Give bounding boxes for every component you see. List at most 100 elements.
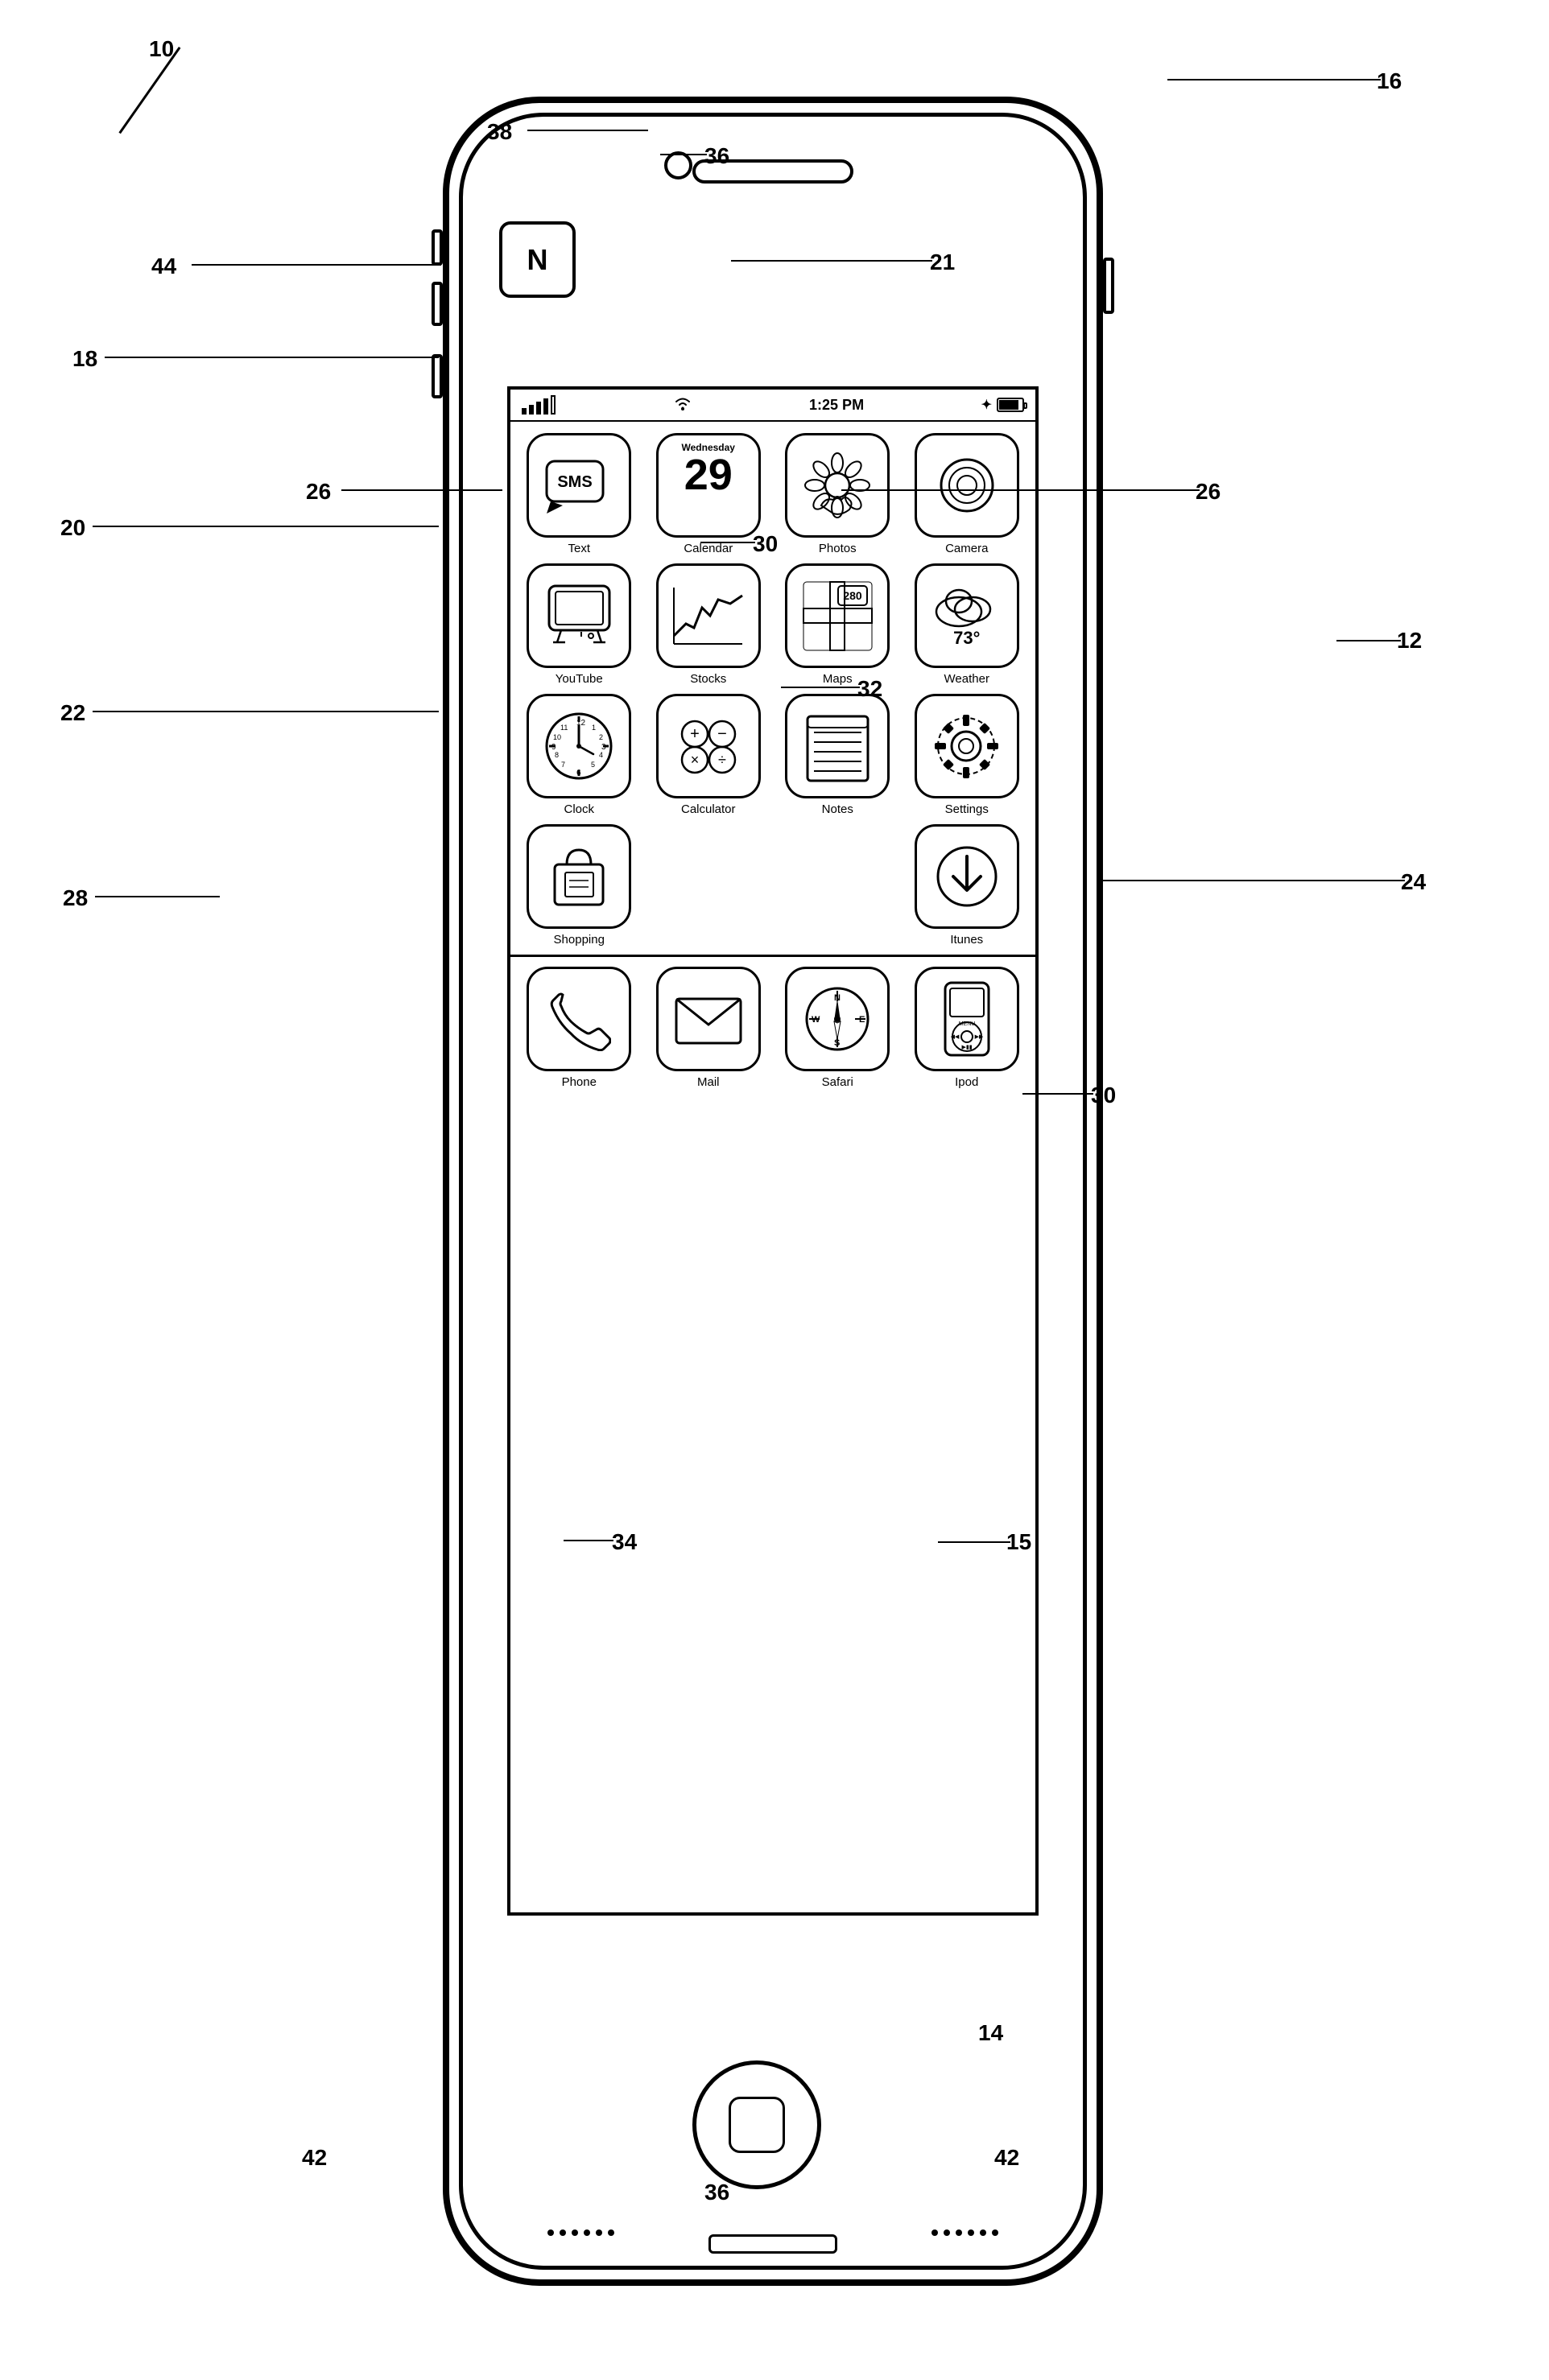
app-item-empty1 (648, 824, 770, 947)
app-item-calendar[interactable]: Wednesday 29 Calendar (648, 433, 770, 555)
speaker-grille-left (547, 2229, 614, 2236)
app-item-settings[interactable]: Settings (907, 694, 1028, 816)
svg-text:11: 11 (560, 724, 568, 732)
label-20: 20 (60, 515, 85, 541)
home-button-inner (729, 2097, 785, 2153)
status-time: 1:25 PM (809, 397, 864, 414)
svg-text:×: × (690, 752, 699, 768)
app-item-notes[interactable]: Notes (777, 694, 898, 816)
svg-text:▶▮▮: ▶▮▮ (961, 1045, 972, 1050)
svg-text:+: + (690, 725, 700, 743)
app-item-maps[interactable]: 280 Maps (777, 563, 898, 686)
label-16: 16 (1377, 68, 1402, 94)
app-icon-itunes[interactable] (915, 824, 1019, 929)
svg-text:▶▶: ▶▶ (974, 1034, 983, 1040)
app-label-youtube: YouTube (556, 672, 603, 686)
app-item-youtube[interactable]: YouTube (518, 563, 640, 686)
label-44: 44 (151, 254, 176, 279)
label-32: 32 (857, 676, 882, 702)
label-38: 38 (487, 119, 512, 145)
app-item-camera[interactable]: Camera (907, 433, 1028, 555)
app-icon-calculator[interactable]: + − × ÷ (656, 694, 761, 798)
label-42-left: 42 (302, 2145, 327, 2171)
label-42-right: 42 (994, 2145, 1019, 2171)
app-icon-settings[interactable] (915, 694, 1019, 798)
wifi-icon (673, 395, 692, 415)
app-label-maps: Maps (823, 672, 853, 686)
svg-text:7: 7 (561, 761, 565, 769)
app-item-text[interactable]: SMS Text (518, 433, 640, 555)
app-icon-stocks[interactable] (656, 563, 761, 668)
app-label-shopping: Shopping (554, 933, 605, 947)
svg-text:1: 1 (592, 724, 596, 732)
svg-text:5: 5 (591, 761, 595, 769)
app-icon-weather[interactable]: 73° (915, 563, 1019, 668)
power-button[interactable] (1103, 258, 1114, 314)
app-icon-text[interactable]: SMS (527, 433, 631, 538)
app-label-notes: Notes (822, 802, 853, 816)
app-item-stocks[interactable]: Stocks (648, 563, 770, 686)
signal-bars (522, 395, 556, 415)
app-icon-clock[interactable]: 12 6 9 3 1 2 4 5 11 10 (527, 694, 631, 798)
svg-text:2: 2 (599, 733, 603, 741)
svg-text:W: W (812, 1015, 820, 1025)
app-icon-phone[interactable] (527, 967, 631, 1071)
bluetooth-icon: ✦ (981, 397, 992, 413)
dock-item-mail[interactable]: Mail (648, 967, 770, 1089)
dock-label-safari: Safari (822, 1075, 853, 1089)
app-item-shopping[interactable]: Shopping (518, 824, 640, 947)
app-icon-camera[interactable] (915, 433, 1019, 538)
app-icon-calendar[interactable]: Wednesday 29 (656, 433, 761, 538)
app-label-weather: Weather (944, 672, 989, 686)
svg-text:S: S (834, 1038, 840, 1048)
status-right: ✦ (981, 397, 1024, 413)
label-22: 22 (60, 700, 85, 726)
app-label-text: Text (568, 542, 590, 555)
app-icon-mail[interactable] (656, 967, 761, 1071)
dock-item-phone[interactable]: Phone (518, 967, 640, 1089)
app-icon-youtube[interactable] (527, 563, 631, 668)
label-26-right: 26 (1196, 479, 1221, 505)
app-item-weather[interactable]: 73° Weather (907, 563, 1028, 686)
label-30-notes: 30 (1091, 1083, 1116, 1108)
dock-item-ipod[interactable]: MENU ▶▮▮ ◀◀ ▶▶ Ipod (907, 967, 1028, 1089)
dock-label-phone: Phone (562, 1075, 597, 1089)
app-icon-ipod[interactable]: MENU ▶▮▮ ◀◀ ▶▶ (915, 967, 1019, 1071)
app-label-calendar: Calendar (684, 542, 733, 555)
app-icon-notes[interactable] (785, 694, 890, 798)
svg-text:−: − (717, 725, 727, 743)
label-26-left: 26 (306, 479, 331, 505)
app-label-photos: Photos (819, 542, 857, 555)
dock: Phone Mail (518, 957, 1027, 1089)
svg-text:6: 6 (576, 769, 581, 778)
app-item-itunes[interactable]: Itunes (907, 824, 1028, 947)
volume-up-button[interactable] (432, 282, 443, 326)
home-button-outer[interactable] (692, 2060, 821, 2189)
headphone-jack (664, 151, 692, 179)
dock-item-safari[interactable]: N S W E Safari (777, 967, 898, 1089)
screen: 1:25 PM ✦ (507, 386, 1039, 1916)
silent-switch[interactable] (432, 229, 443, 266)
app-icon-safari[interactable]: N S W E (785, 967, 890, 1071)
app-item-photos[interactable]: Photos (777, 433, 898, 555)
svg-text:SMS: SMS (558, 473, 593, 491)
speaker-grille-right (931, 2229, 998, 2236)
svg-text:◀◀: ◀◀ (950, 1034, 959, 1040)
volume-down-button[interactable] (432, 354, 443, 398)
app-icon-shopping[interactable] (527, 824, 631, 929)
app-label-clock: Clock (564, 802, 594, 816)
label-30-cal: 30 (753, 531, 778, 557)
svg-text:280: 280 (843, 589, 862, 602)
label-18: 18 (72, 346, 97, 372)
app-item-clock[interactable]: 12 6 9 3 1 2 4 5 11 10 (518, 694, 640, 816)
app-item-empty2 (777, 824, 898, 947)
dock-label-mail: Mail (697, 1075, 720, 1089)
app-icon-maps[interactable]: 280 (785, 563, 890, 668)
svg-text:8: 8 (555, 751, 559, 759)
label-36-bottom: 36 (704, 2180, 729, 2205)
app-label-settings: Settings (945, 802, 989, 816)
app-icon-photos[interactable] (785, 433, 890, 538)
svg-text:÷: ÷ (718, 752, 726, 768)
label-36-top: 36 (704, 143, 729, 169)
app-item-calculator[interactable]: + − × ÷ Calculator (648, 694, 770, 816)
